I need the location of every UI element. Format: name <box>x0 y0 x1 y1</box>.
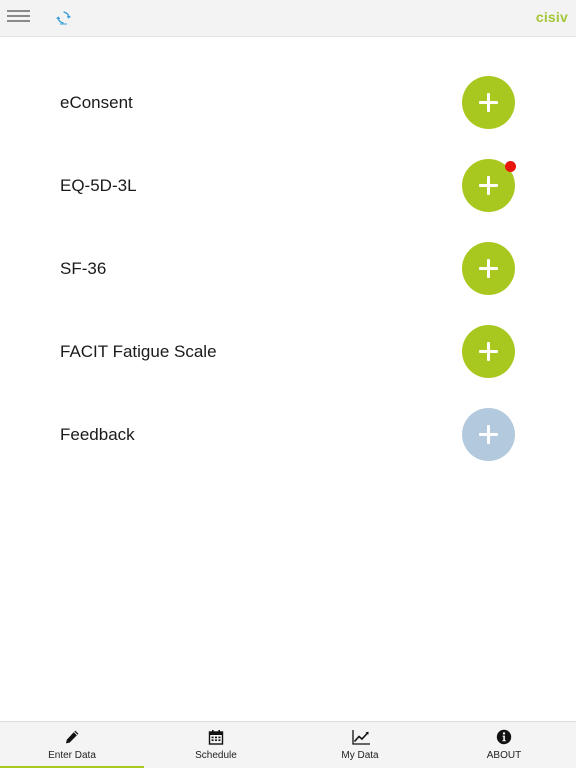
tab-label: Enter Data <box>48 750 96 761</box>
plus-icon <box>462 242 515 295</box>
list-item-sf-36[interactable]: SF-36 <box>0 227 576 310</box>
tab-enter-data[interactable]: Enter Data <box>0 722 144 768</box>
tab-label: ABOUT <box>486 750 522 761</box>
list-item-econsent[interactable]: eConsent <box>0 61 576 144</box>
tab-label: Schedule <box>195 750 237 761</box>
list-item-label: EQ-5D-3L <box>60 175 137 195</box>
tab-my-data[interactable]: My Data <box>288 722 432 768</box>
plus-icon <box>462 76 515 129</box>
bottom-tab-bar: Enter Data Schedule My Data ABOUT <box>0 721 576 768</box>
list-item-feedback[interactable]: Feedback <box>0 393 576 476</box>
add-facit-fatigue-scale-button[interactable] <box>462 324 515 378</box>
notification-badge <box>505 160 516 172</box>
list-item-facit-fatigue-scale[interactable]: FACIT Fatigue Scale <box>0 310 576 393</box>
app-window: cisiv eConsent EQ-5D-3L SF-36 FACIT Fati… <box>0 0 576 768</box>
line-chart-icon <box>352 730 370 745</box>
sync-icon[interactable] <box>56 10 71 25</box>
tab-label: My Data <box>341 750 379 761</box>
add-sf-36-button[interactable] <box>462 241 515 295</box>
calendar-icon <box>208 730 224 745</box>
hamburger-menu-icon[interactable] <box>7 10 31 26</box>
plus-icon <box>462 408 515 461</box>
plus-icon <box>462 325 515 378</box>
add-eq-5d-3l-button[interactable] <box>462 158 516 212</box>
tab-schedule[interactable]: Schedule <box>144 722 288 768</box>
list-item-label: eConsent <box>60 92 133 112</box>
info-icon <box>496 729 512 745</box>
top-bar: cisiv <box>0 0 576 37</box>
add-econsent-button[interactable] <box>462 75 515 129</box>
tab-about[interactable]: ABOUT <box>432 722 576 768</box>
list-item-label: FACIT Fatigue Scale <box>60 341 217 361</box>
list-item-eq-5d-3l[interactable]: EQ-5D-3L <box>0 144 576 227</box>
brand-logo: cisiv <box>535 9 568 25</box>
list-item-label: SF-36 <box>60 258 107 278</box>
pencil-icon <box>66 730 79 744</box>
list-item-label: Feedback <box>60 424 135 444</box>
add-feedback-button[interactable] <box>462 407 515 461</box>
